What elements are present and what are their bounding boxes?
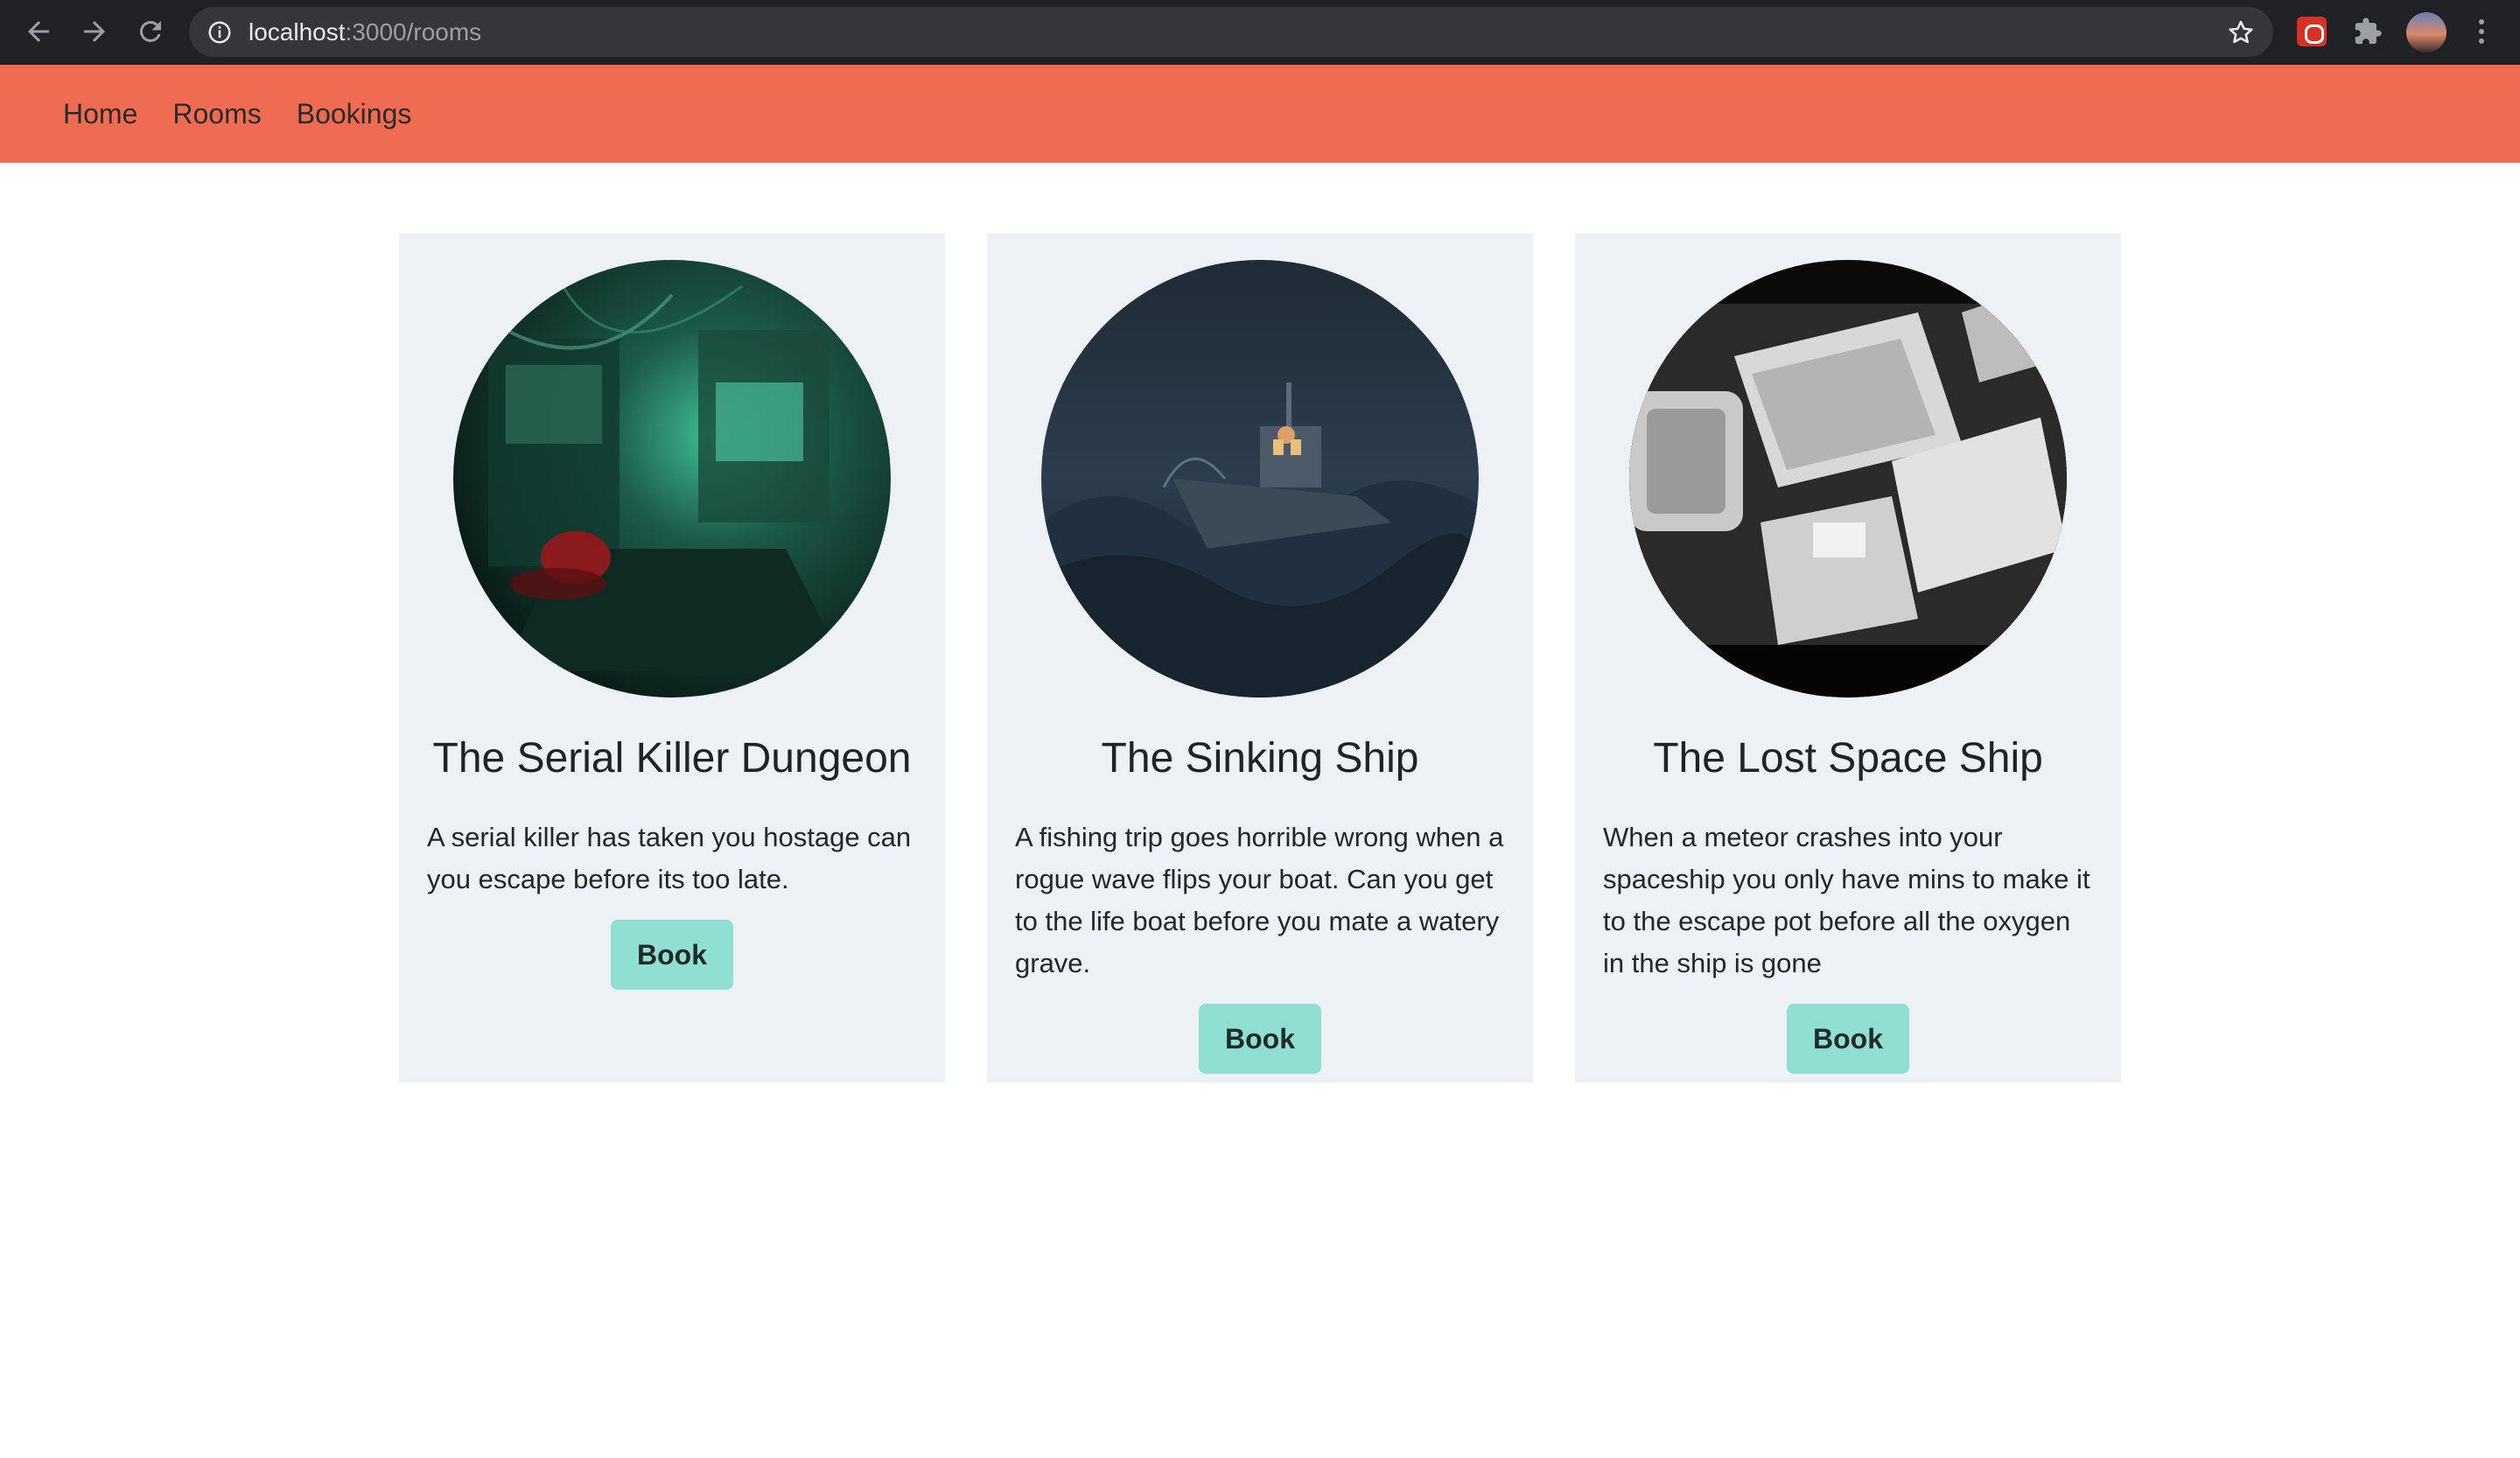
- room-description: A fishing trip goes horrible wrong when …: [1015, 822, 1504, 978]
- book-button[interactable]: Book: [1787, 1004, 1909, 1074]
- room-list: The Serial Killer Dungeon A serial kille…: [399, 234, 2121, 1083]
- back-arrow-icon: [28, 21, 49, 42]
- room-title: The Lost Space Ship: [1653, 735, 2043, 782]
- room-image-space-ship: [1629, 260, 2067, 697]
- room-image-dungeon: [453, 260, 891, 697]
- room-card: The Sinking Ship A fishing trip goes hor…: [987, 234, 1533, 1083]
- url-text: localhost:3000/rooms: [248, 7, 481, 57]
- extensions-menu-button[interactable]: [2348, 12, 2387, 51]
- extension-icon: [2297, 17, 2327, 46]
- forward-arrow-icon: [84, 21, 105, 42]
- book-button[interactable]: Book: [1199, 1004, 1321, 1074]
- back-button[interactable]: [19, 12, 58, 51]
- reload-button[interactable]: [131, 12, 170, 51]
- room-description: When a meteor crashes into your spaceshi…: [1603, 822, 2090, 978]
- info-icon[interactable]: [206, 19, 233, 46]
- reload-icon: [139, 20, 161, 42]
- room-card: The Lost Space Ship When a meteor crashe…: [1575, 234, 2121, 1083]
- room-title: The Serial Killer Dungeon: [432, 735, 912, 782]
- forward-button[interactable]: [75, 12, 114, 51]
- extension-button[interactable]: [2292, 12, 2331, 51]
- nav-rooms-link[interactable]: Rooms: [172, 98, 261, 130]
- url-path: :3000/rooms: [345, 18, 482, 46]
- url-host: localhost: [248, 18, 346, 46]
- book-button[interactable]: Book: [611, 920, 733, 990]
- avatar[interactable]: [2406, 12, 2446, 53]
- room-image-sinking-ship: [1041, 260, 1479, 697]
- browser-toolbar: localhost:3000/rooms: [0, 0, 2520, 65]
- star-icon[interactable]: [2226, 18, 2256, 47]
- room-title: The Sinking Ship: [1101, 735, 1419, 782]
- room-description: A serial killer has taken you hostage ca…: [427, 822, 912, 894]
- address-bar[interactable]: localhost:3000/rooms: [189, 7, 2273, 57]
- nav-home-link[interactable]: Home: [63, 98, 137, 130]
- room-card: The Serial Killer Dungeon A serial kille…: [399, 234, 945, 1083]
- puzzle-icon: [2355, 18, 2382, 45]
- main-navbar: Home Rooms Bookings: [0, 65, 2520, 163]
- nav-bookings-link[interactable]: Bookings: [297, 98, 412, 130]
- more-vert-icon[interactable]: [2466, 12, 2497, 51]
